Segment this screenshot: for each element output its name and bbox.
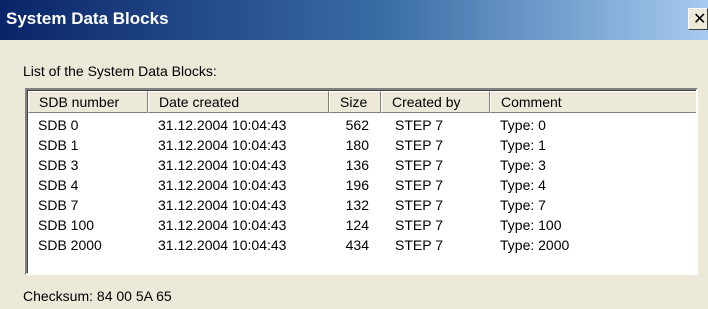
cell-sdb-number: SDB 3 — [38, 157, 79, 173]
table-row[interactable]: SDB 2000 31.12.2004 10:04:43 434 STEP 7 … — [28, 235, 696, 255]
cell-size: 196 — [345, 177, 369, 193]
cell-comment: Type: 1 — [500, 137, 546, 153]
cell-date-created: 31.12.2004 10:04:43 — [158, 137, 287, 153]
close-button[interactable]: ✕ — [688, 8, 708, 30]
checksum-label: Checksum: 84 00 5A 65 — [23, 288, 172, 304]
cell-created-by: STEP 7 — [395, 217, 443, 233]
cell-sdb-number: SDB 7 — [38, 197, 79, 213]
table-row[interactable]: SDB 1 31.12.2004 10:04:43 180 STEP 7 Typ… — [28, 135, 696, 155]
cell-sdb-number: SDB 2000 — [38, 237, 102, 253]
cell-sdb-number: SDB 0 — [38, 117, 79, 133]
cell-date-created: 31.12.2004 10:04:43 — [158, 197, 287, 213]
cell-comment: Type: 7 — [500, 197, 546, 213]
sdb-list-view[interactable]: SDB number Date created Size Created by … — [25, 88, 698, 275]
cell-created-by: STEP 7 — [395, 137, 443, 153]
table-row[interactable]: SDB 100 31.12.2004 10:04:43 124 STEP 7 T… — [28, 215, 696, 235]
cell-comment: Type: 3 — [500, 157, 546, 173]
list-rows: SDB 0 31.12.2004 10:04:43 562 STEP 7 Typ… — [28, 115, 696, 255]
cell-sdb-number: SDB 4 — [38, 177, 79, 193]
list-caption: List of the System Data Blocks: — [23, 63, 217, 79]
cell-size: 434 — [345, 237, 369, 253]
cell-comment: Type: 100 — [500, 217, 562, 233]
title-bar[interactable]: System Data Blocks ✕ — [0, 0, 708, 40]
cell-size: 124 — [345, 217, 369, 233]
cell-created-by: STEP 7 — [395, 177, 443, 193]
table-row[interactable]: SDB 4 31.12.2004 10:04:43 196 STEP 7 Typ… — [28, 175, 696, 195]
cell-comment: Type: 2000 — [500, 237, 570, 253]
system-data-blocks-dialog: System Data Blocks ✕ List of the System … — [0, 0, 708, 309]
column-header-date-created[interactable]: Date created — [148, 91, 329, 113]
cell-created-by: STEP 7 — [395, 157, 443, 173]
cell-size: 132 — [345, 197, 369, 213]
cell-sdb-number: SDB 1 — [38, 137, 79, 153]
cell-date-created: 31.12.2004 10:04:43 — [158, 117, 287, 133]
cell-date-created: 31.12.2004 10:04:43 — [158, 217, 287, 233]
table-row[interactable]: SDB 0 31.12.2004 10:04:43 562 STEP 7 Typ… — [28, 115, 696, 135]
close-icon: ✕ — [693, 9, 707, 28]
cell-size: 562 — [345, 117, 369, 133]
cell-size: 136 — [345, 157, 369, 173]
column-header-sdb-number[interactable]: SDB number — [28, 91, 148, 113]
cell-date-created: 31.12.2004 10:04:43 — [158, 177, 287, 193]
column-header-size[interactable]: Size — [329, 91, 381, 113]
cell-date-created: 31.12.2004 10:04:43 — [158, 237, 287, 253]
table-row[interactable]: SDB 3 31.12.2004 10:04:43 136 STEP 7 Typ… — [28, 155, 696, 175]
cell-comment: Type: 4 — [500, 177, 546, 193]
cell-created-by: STEP 7 — [395, 237, 443, 253]
list-header: SDB number Date created Size Created by … — [28, 91, 696, 113]
cell-size: 180 — [345, 137, 369, 153]
cell-sdb-number: SDB 100 — [38, 217, 95, 233]
cell-created-by: STEP 7 — [395, 117, 443, 133]
column-header-created-by[interactable]: Created by — [381, 91, 490, 113]
cell-created-by: STEP 7 — [395, 197, 443, 213]
cell-comment: Type: 0 — [500, 117, 546, 133]
column-header-comment[interactable]: Comment — [490, 91, 696, 113]
table-row[interactable]: SDB 7 31.12.2004 10:04:43 132 STEP 7 Typ… — [28, 195, 696, 215]
window-title: System Data Blocks — [6, 9, 169, 28]
cell-date-created: 31.12.2004 10:04:43 — [158, 157, 287, 173]
